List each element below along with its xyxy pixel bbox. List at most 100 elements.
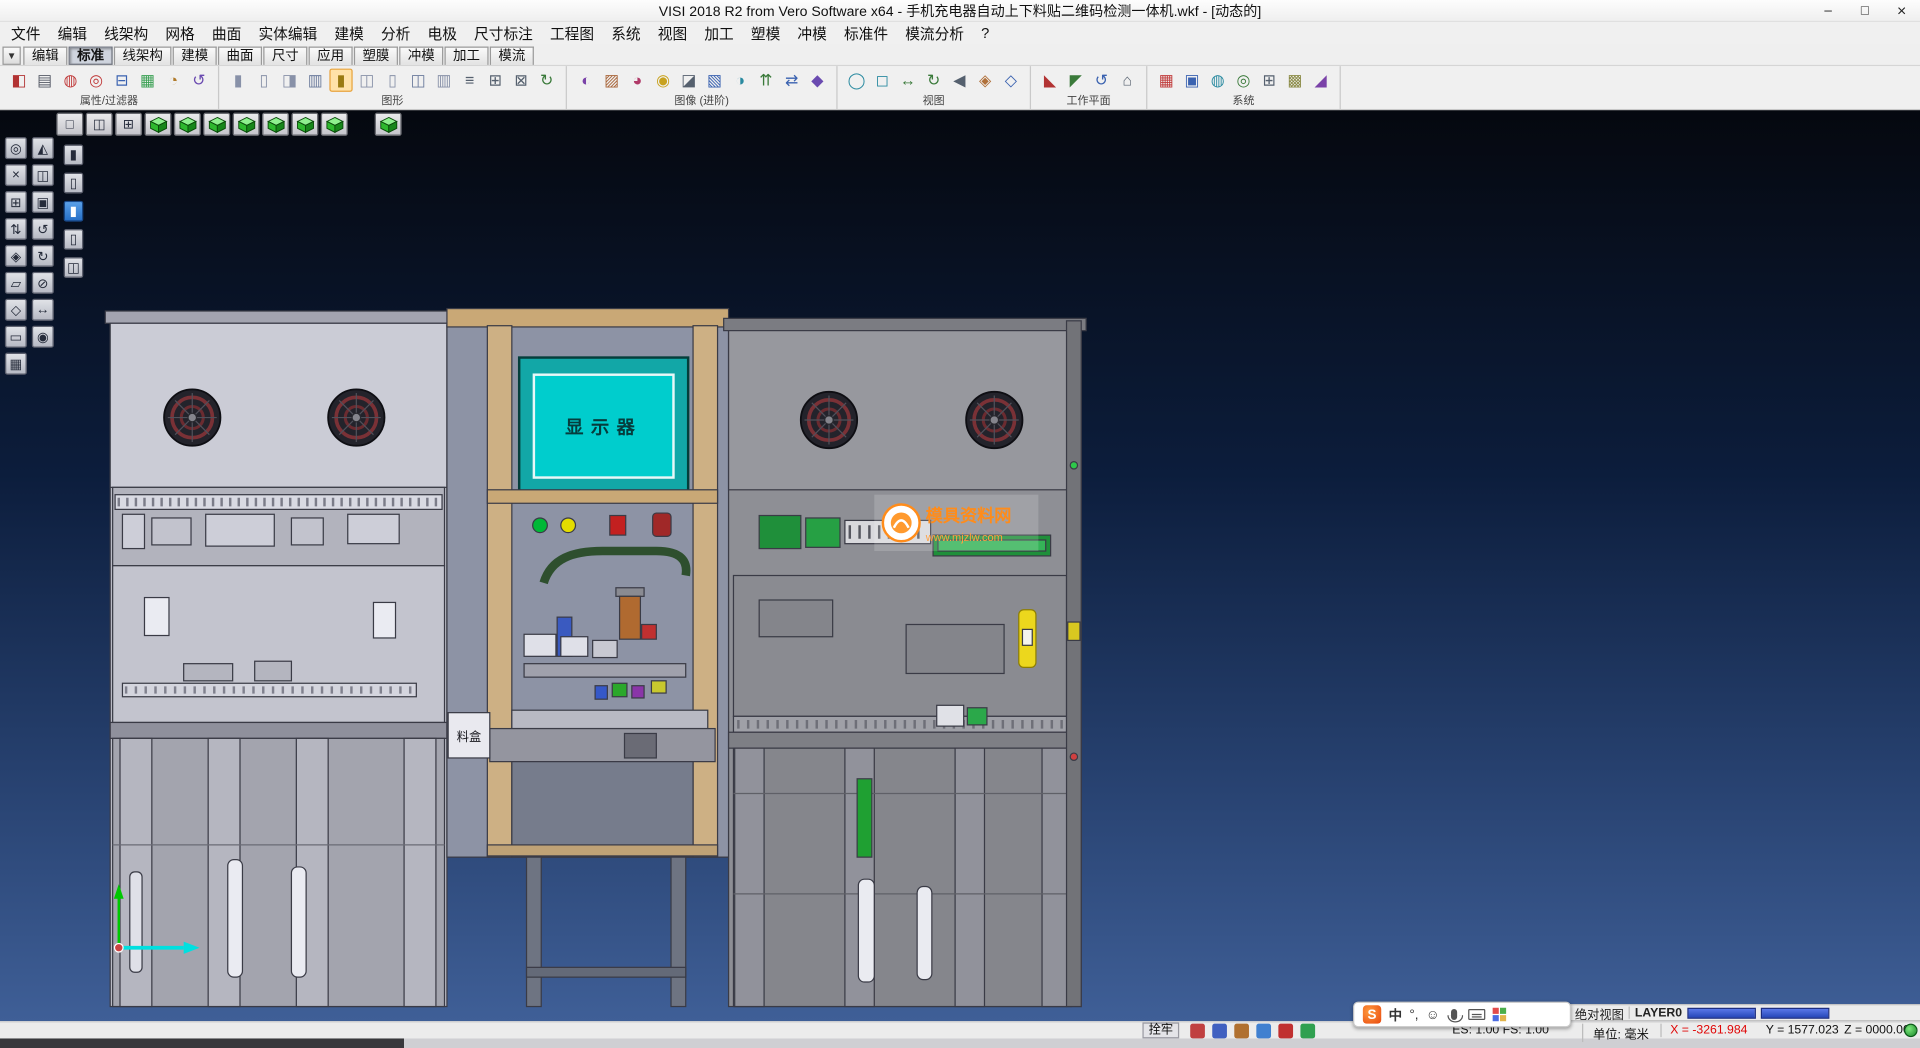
select-icon[interactable]: ◎ xyxy=(5,137,27,159)
erase-icon[interactable]: ⊘ xyxy=(32,272,54,294)
ghost-mode-icon[interactable]: ▯ xyxy=(64,229,84,250)
render-quality-icon[interactable]: ◐ xyxy=(574,69,597,92)
menu-item-7[interactable]: 分析 xyxy=(372,23,419,44)
filter-remove-icon[interactable]: ◎ xyxy=(84,69,107,92)
plane-icon[interactable]: ◈ xyxy=(5,245,27,267)
active-shade-icon[interactable]: ▮ xyxy=(329,69,352,92)
menu-item-12[interactable]: 视图 xyxy=(649,23,696,44)
viewport-split-icon[interactable]: ◫ xyxy=(86,113,113,136)
gem-icon[interactable]: ◆ xyxy=(806,69,829,92)
zoom-window-icon[interactable]: ◻ xyxy=(871,69,894,92)
toolbar-tab-4[interactable]: 曲面 xyxy=(218,47,262,65)
axon-view-cube[interactable] xyxy=(375,113,402,136)
lock-status-icon[interactable] xyxy=(1190,1024,1205,1039)
color-palette-icon[interactable]: ▦ xyxy=(1155,69,1178,92)
ime-punctuation-toggle[interactable]: °, xyxy=(1409,1007,1418,1022)
menu-item-0[interactable]: 文件 xyxy=(2,23,49,44)
workplane-rotate-icon[interactable]: ↺ xyxy=(1090,69,1113,92)
toolbar-tab-9[interactable]: 加工 xyxy=(444,47,488,65)
close-button[interactable]: × xyxy=(1883,0,1920,21)
note-icon[interactable]: ▭ xyxy=(5,326,27,348)
grid-snap-icon[interactable]: ⊞ xyxy=(1258,69,1281,92)
ime-menu-grid-icon[interactable] xyxy=(1492,1008,1505,1021)
palette-icon[interactable]: ▦ xyxy=(5,353,27,375)
workplane-align-icon[interactable]: ◤ xyxy=(1064,69,1087,92)
front-view-cube[interactable] xyxy=(174,113,201,136)
back-view-cube[interactable] xyxy=(203,113,230,136)
zoom-all-icon[interactable]: ◯ xyxy=(845,69,868,92)
menu-item-11[interactable]: 系统 xyxy=(603,23,650,44)
layer-filter-icon[interactable]: ⊟ xyxy=(110,69,133,92)
toolbar-tab-5[interactable]: 尺寸 xyxy=(263,47,307,65)
maximize-button[interactable]: □ xyxy=(1847,0,1884,21)
toolbar-tab-0[interactable]: 编辑 xyxy=(23,47,67,65)
grid-icon[interactable]: ⊞ xyxy=(5,191,27,213)
stack-icon[interactable]: ≡ xyxy=(458,69,481,92)
ok-status-icon[interactable] xyxy=(1300,1024,1315,1039)
refresh-display-icon[interactable]: ↻ xyxy=(535,69,558,92)
menu-item-18[interactable]: ? xyxy=(973,24,998,41)
bar-display-icon[interactable]: ▯ xyxy=(381,69,404,92)
layer-bar-icon[interactable]: ▥ xyxy=(432,69,455,92)
menu-item-14[interactable]: 塑模 xyxy=(742,23,789,44)
toolbar-tab-8[interactable]: 冲模 xyxy=(399,47,443,65)
dimension-icon[interactable]: ◇ xyxy=(5,299,27,321)
axis-icon[interactable]: ⇅ xyxy=(5,218,27,240)
previous-view-icon[interactable]: ◀ xyxy=(948,69,971,92)
texture-icon[interactable]: ▨ xyxy=(600,69,623,92)
shade-mode-icon[interactable]: ▮ xyxy=(64,144,84,165)
double-bar-icon[interactable]: ◫ xyxy=(407,69,430,92)
snap-icon[interactable]: × xyxy=(5,164,27,186)
arrow-swap-icon[interactable]: ⇄ xyxy=(780,69,803,92)
dynamic-view-icon[interactable]: ◈ xyxy=(973,69,996,92)
microphone-icon[interactable] xyxy=(1451,1009,1457,1020)
copy-icon[interactable]: ◫ xyxy=(32,164,54,186)
material-icon[interactable]: ◕ xyxy=(626,69,649,92)
stop-status-icon[interactable] xyxy=(1278,1024,1293,1039)
emoji-icon[interactable]: ☺ xyxy=(1426,1007,1440,1022)
viewport-canvas[interactable]: 模具资料网 www.mjzlw.com 显示器 料盒 □◫⊞ ◎×⊞⇅◈▱◇▭▦… xyxy=(0,110,1920,1021)
reset-filter-icon[interactable]: ↺ xyxy=(187,69,210,92)
cut-icon[interactable]: ◭ xyxy=(32,137,54,159)
toolbar-tab-1[interactable]: 标准 xyxy=(69,47,113,65)
background-icon[interactable]: ▧ xyxy=(703,69,726,92)
wire-cylinder-icon[interactable]: ▯ xyxy=(252,69,275,92)
toolbar-tab-10[interactable]: 模流 xyxy=(490,47,534,65)
toolbar-tab-7[interactable]: 塑膜 xyxy=(354,47,398,65)
element-filter-icon[interactable]: ◔ xyxy=(162,69,185,92)
wire-mode-icon[interactable]: ▯ xyxy=(64,173,84,194)
reflection-icon[interactable]: ◑ xyxy=(729,69,752,92)
minimize-button[interactable]: – xyxy=(1810,0,1847,21)
hatch-shade-icon[interactable]: ▥ xyxy=(304,69,327,92)
layers-status-icon[interactable] xyxy=(1212,1024,1227,1039)
arrow-up-icon[interactable]: ⇈ xyxy=(754,69,777,92)
viewport-grid-icon[interactable]: ⊞ xyxy=(115,113,142,136)
menu-item-8[interactable]: 电极 xyxy=(419,23,466,44)
section-mode-icon[interactable]: ◫ xyxy=(64,257,84,278)
help-status-icon[interactable] xyxy=(1256,1024,1271,1039)
rotate-view-icon[interactable]: ↻ xyxy=(922,69,945,92)
keyboard-icon[interactable] xyxy=(1468,1009,1485,1020)
sogou-logo-icon[interactable]: S xyxy=(1363,1005,1381,1023)
menu-item-15[interactable]: 冲模 xyxy=(789,23,836,44)
lock-toggle-button[interactable]: 拴牢 xyxy=(1142,1022,1179,1038)
layer-indicator[interactable]: LAYER0 xyxy=(1635,1006,1682,1019)
iso-view-cube[interactable] xyxy=(144,113,171,136)
info-icon[interactable]: ◉ xyxy=(32,326,54,348)
globe-icon[interactable]: ◍ xyxy=(1206,69,1229,92)
menu-item-4[interactable]: 曲面 xyxy=(203,23,250,44)
light-icon[interactable]: ◉ xyxy=(651,69,674,92)
toolbar-tab-3[interactable]: 建模 xyxy=(173,47,217,65)
box-faces-icon[interactable]: ⊠ xyxy=(509,69,532,92)
shadow-icon[interactable]: ◪ xyxy=(677,69,700,92)
solid-cylinder-icon[interactable]: ▮ xyxy=(227,69,250,92)
menu-item-6[interactable]: 建模 xyxy=(326,23,373,44)
menu-item-9[interactable]: 尺寸标注 xyxy=(465,23,541,44)
box-edges-icon[interactable]: ⊞ xyxy=(484,69,507,92)
filter-add-icon[interactable]: ◍ xyxy=(59,69,82,92)
paste-icon[interactable]: ▣ xyxy=(32,191,54,213)
printer-icon[interactable]: ▤ xyxy=(33,69,56,92)
right-view-cube[interactable] xyxy=(262,113,289,136)
menu-item-1[interactable]: 编辑 xyxy=(49,23,96,44)
menu-item-2[interactable]: 线架构 xyxy=(96,23,157,44)
